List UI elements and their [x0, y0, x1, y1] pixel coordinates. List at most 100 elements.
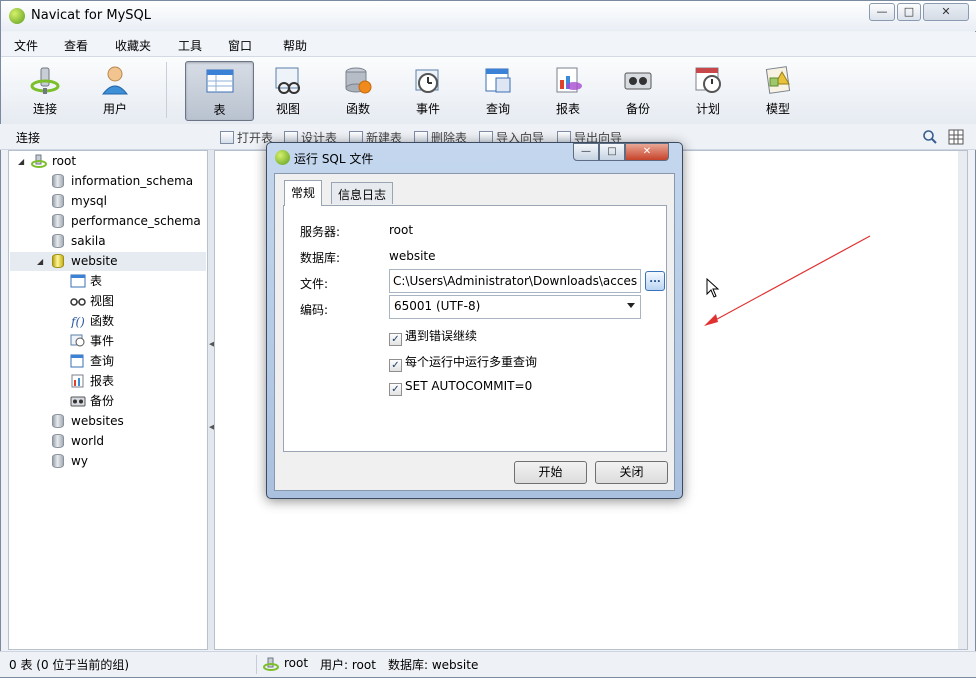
function-label: 函数	[345, 102, 370, 116]
tree-db-performance-schema[interactable]: performance_schema	[52, 212, 201, 231]
schedule-label: 计划	[695, 102, 720, 116]
function-button[interactable]: 函数	[325, 61, 391, 121]
checkbox-label: SET AUTOCOMMIT=0	[405, 379, 533, 393]
database-label: 数据库:	[300, 251, 341, 265]
tree-item-events[interactable]: 事件	[70, 332, 114, 351]
table-icon	[70, 274, 86, 288]
dialog-close-action-button[interactable]: 关闭	[595, 461, 668, 484]
query-label: 查询	[485, 102, 510, 116]
connect-plug-icon	[30, 67, 60, 94]
db-label: mysql	[71, 194, 107, 208]
query-icon	[70, 354, 84, 368]
tree-db-information-schema[interactable]: information_schema	[52, 172, 193, 191]
search-icon[interactable]	[922, 129, 938, 145]
server-label: 服务器:	[300, 225, 341, 239]
menu-file[interactable]: 文件	[14, 37, 38, 54]
db-label: website	[71, 254, 118, 268]
root-label: root	[52, 154, 77, 168]
tree-item-label: 表	[90, 274, 103, 288]
db-label: information_schema	[71, 174, 194, 188]
menu-favorites[interactable]: 收藏夹	[115, 37, 151, 54]
server-value: root	[389, 223, 414, 237]
db-label: wy	[71, 454, 88, 468]
tree-item-reports[interactable]: 报表	[70, 372, 114, 391]
backup-button[interactable]: 备份	[605, 61, 671, 121]
model-button[interactable]: 模型	[745, 61, 811, 121]
event-button[interactable]: 事件	[395, 61, 461, 121]
collapse-arrow-icon[interactable]: ◢	[18, 152, 24, 171]
status-table-count: 0 表 (0 位于当前的组)	[9, 658, 130, 672]
encoding-select[interactable]: 65001 (UTF-8)	[389, 295, 641, 319]
table-label: 表	[213, 103, 226, 117]
window-title: Navicat for MySQL	[31, 8, 151, 23]
maximize-button[interactable]: □	[897, 3, 921, 21]
tree-db-websites[interactable]: websites	[52, 412, 124, 431]
connections-heading: 连接	[16, 131, 41, 145]
menu-view[interactable]: 查看	[64, 37, 88, 54]
function-fx-icon: f()	[70, 315, 85, 328]
tree-item-views[interactable]: 视图	[70, 292, 114, 311]
event-label: 事件	[415, 102, 440, 116]
continue-on-error-checkbox[interactable]: ✓ 遇到错误继续	[389, 327, 477, 346]
tree-db-world[interactable]: world	[52, 432, 104, 451]
tab-general[interactable]: 常规	[284, 180, 323, 206]
dialog-close-button[interactable]: ✕	[625, 143, 669, 161]
general-tab-panel: 服务器: root 数据库: website 文件: ... 编码: 65001…	[283, 205, 667, 452]
status-database: 数据库: website	[388, 658, 479, 672]
database-icon	[52, 234, 64, 248]
report-button[interactable]: 报表	[535, 61, 601, 121]
user-button[interactable]: 用户	[82, 61, 148, 121]
tree-item-label: 查询	[90, 354, 115, 368]
annotation-arrow	[704, 235, 871, 326]
vertical-scrollbar[interactable]	[958, 151, 967, 649]
browse-file-button[interactable]: ...	[645, 271, 665, 291]
file-path-input[interactable]	[389, 269, 641, 293]
start-button[interactable]: 开始	[514, 461, 587, 484]
multiple-queries-checkbox[interactable]: ✓ 每个运行中运行多重查询	[389, 353, 537, 372]
tree-item-label: 事件	[90, 334, 115, 348]
tree-item-functions[interactable]: f() 函数	[70, 312, 114, 331]
tree-item-label: 备份	[90, 394, 115, 408]
collapse-arrow-icon[interactable]: ◢	[37, 252, 43, 271]
menu-window[interactable]: 窗口	[228, 37, 252, 54]
table-icon	[206, 69, 233, 93]
connect-button[interactable]: 连接	[12, 61, 78, 121]
minimize-button[interactable]: —	[869, 3, 895, 21]
dialog-maximize-button[interactable]: □	[599, 143, 625, 161]
encoding-selected-value: 65001 (UTF-8)	[394, 299, 481, 313]
status-divider	[256, 655, 257, 674]
tree-db-wy[interactable]: wy	[52, 452, 88, 471]
view-icon	[275, 67, 300, 94]
tree-db-sakila[interactable]: sakila	[52, 232, 106, 251]
menu-bar: 文件 查看 收藏夹 工具 窗口 帮助	[1, 32, 976, 57]
tree-item-backups[interactable]: 备份	[70, 392, 114, 411]
database-icon	[52, 434, 64, 448]
autocommit-checkbox[interactable]: ✓ SET AUTOCOMMIT=0	[389, 379, 532, 396]
tree-db-mysql[interactable]: mysql	[52, 192, 107, 211]
grid-view-icon[interactable]	[948, 129, 964, 145]
tree-db-website[interactable]: ◢ website	[10, 252, 206, 271]
database-icon	[52, 194, 64, 208]
menu-help[interactable]: 帮助	[283, 37, 307, 54]
view-button[interactable]: 视图	[255, 61, 321, 121]
menu-tools[interactable]: 工具	[178, 37, 202, 54]
user-label: 用户	[102, 102, 127, 116]
tree-item-tables[interactable]: 表	[70, 272, 102, 291]
view-glasses-icon	[70, 298, 86, 306]
connection-tree: ◢ root information_schema mysql performa…	[8, 150, 208, 650]
database-icon	[52, 414, 64, 428]
tab-message-log[interactable]: 信息日志	[331, 182, 394, 204]
tree-root-connection[interactable]: ◢ root	[15, 152, 76, 171]
open-table-button[interactable]: 打开表	[220, 129, 273, 146]
tree-item-queries[interactable]: 查询	[70, 352, 114, 371]
close-button[interactable]: ✕	[923, 3, 969, 21]
schedule-icon	[695, 67, 721, 93]
dialog-title: 运行 SQL 文件	[294, 152, 374, 166]
tree-item-label: 视图	[90, 294, 115, 308]
status-connection: root	[284, 656, 309, 670]
schedule-button[interactable]: 计划	[675, 61, 741, 121]
dialog-minimize-button[interactable]: —	[573, 143, 599, 161]
table-button[interactable]: 表	[185, 61, 254, 121]
query-button[interactable]: 查询	[465, 61, 531, 121]
mouse-cursor-icon	[706, 278, 720, 298]
